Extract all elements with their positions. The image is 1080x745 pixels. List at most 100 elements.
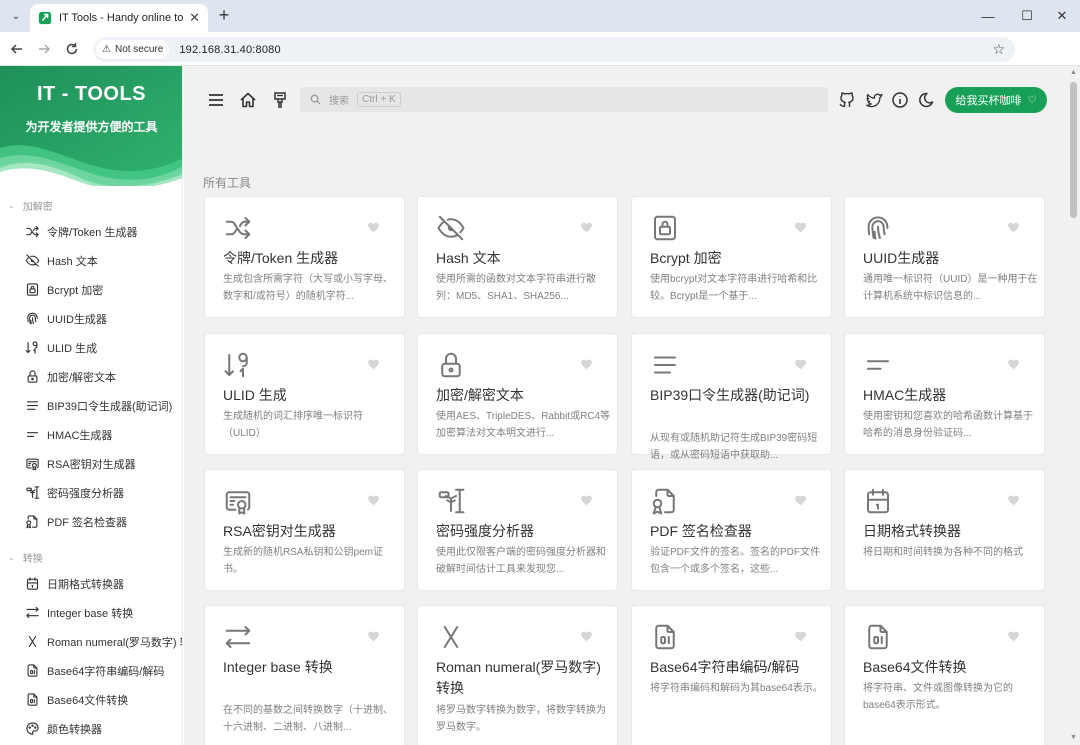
heart-icon[interactable] bbox=[794, 221, 807, 234]
url-text[interactable]: 192.168.31.40:8080 bbox=[179, 44, 280, 56]
tool-card[interactable]: Base64文件转换 将字符串、文件或图像转换为它的base64表示形式。 bbox=[844, 605, 1045, 745]
back-button[interactable] bbox=[7, 39, 27, 59]
sidebar-group-crypto[interactable]: ⌄ 加解密 bbox=[0, 193, 182, 217]
brand-header[interactable]: IT - TOOLS 为开发者提供方便的工具 bbox=[0, 66, 182, 186]
sidebar-item-hash-text[interactable]: Hash 文本 bbox=[0, 246, 182, 275]
reload-button[interactable] bbox=[62, 39, 82, 59]
heart-icon[interactable] bbox=[367, 494, 380, 507]
tool-card[interactable]: RSA密钥对生成器 生成新的随机RSA私钥和公钥pem证书。 bbox=[204, 469, 405, 591]
tool-card[interactable]: BIP39口令生成器(助记词) 从现有或随机助记符生成BIP39密码短语，或从密码… bbox=[631, 333, 832, 461]
heart-icon[interactable] bbox=[1007, 358, 1020, 371]
arrows-left-right-icon bbox=[26, 606, 39, 619]
tool-card[interactable]: Integer base 转换 在不同的基数之间转换数字（十进制、十六进制、二进制… bbox=[204, 605, 405, 745]
sidebar-item-ulid[interactable]: ULID 生成 bbox=[0, 333, 182, 362]
tool-card[interactable]: 加密/解密文本 使用AES、TripleDES、Rabbit或RC4等加密算法对文… bbox=[417, 333, 618, 455]
lock-icon bbox=[27, 370, 38, 383]
sidebar-item-token-generator[interactable]: 令牌/Token 生成器 bbox=[0, 217, 182, 246]
twitter-icon bbox=[866, 93, 883, 108]
heart-icon[interactable] bbox=[367, 221, 380, 234]
sidebar-item-encryption[interactable]: 加密/解密文本 bbox=[0, 362, 182, 391]
heart-icon[interactable] bbox=[1007, 221, 1020, 234]
address-bar[interactable]: ⚠ Not secure 192.168.31.40:8080 ☆ bbox=[93, 37, 1015, 62]
sidebar-item-bip39[interactable]: BIP39口令生成器(助记词) bbox=[0, 391, 182, 420]
heart-icon[interactable] bbox=[367, 630, 380, 643]
browser-tab[interactable]: IT Tools - Handy online tools ✕ bbox=[30, 4, 208, 32]
brush-icon bbox=[274, 92, 286, 108]
sidebar-item-bcrypt[interactable]: Bcrypt 加密 bbox=[0, 275, 182, 304]
tool-card[interactable]: UUID生成器 通用唯一标识符（UUID）是一种用于在计算机系统中标识信息的... bbox=[844, 196, 1045, 318]
tool-card[interactable]: 日期格式转换器 将日期和时间转换为各种不同的格式 bbox=[844, 469, 1045, 591]
file-digit-icon bbox=[27, 693, 38, 706]
tool-card[interactable]: Hash 文本 使用所需的函数对文本字符串进行散列：MD5、SHA1、SHA256… bbox=[417, 196, 618, 318]
twitter-button[interactable] bbox=[863, 89, 885, 111]
sidebar-item-rsa[interactable]: RSA密钥对生成器 bbox=[0, 449, 182, 478]
heart-icon[interactable] bbox=[580, 630, 593, 643]
sidebar-item-label: Roman numeral(罗马数字) 转换 bbox=[47, 636, 182, 649]
tool-card[interactable]: Bcrypt 加密 使用bcrypt对文本字符串进行哈希和比较。Bcrypt是一个… bbox=[631, 196, 832, 318]
sidebar-item-password-strength[interactable]: 密码强度分析器 bbox=[0, 478, 182, 507]
letter-x-icon bbox=[443, 626, 459, 648]
sidebar-group-converter[interactable]: ⌄ 转换 bbox=[0, 545, 182, 569]
sidebar-item-label: Base64文件转换 bbox=[47, 694, 129, 707]
github-button[interactable] bbox=[836, 89, 858, 111]
tool-card[interactable]: HMAC生成器 使用密钥和您喜欢的哈希函数计算基于哈希的消息身份验证码... bbox=[844, 333, 1045, 455]
heart-icon[interactable] bbox=[580, 494, 593, 507]
sidebar-item-base64-file[interactable]: Base64文件转换 bbox=[0, 685, 182, 714]
heart-icon[interactable] bbox=[580, 358, 593, 371]
menu-toggle-button[interactable] bbox=[205, 89, 227, 111]
tool-card[interactable]: Base64字符串编码/解码 将字符串编码和解码为其base64表示。 bbox=[631, 605, 832, 745]
heart-icon[interactable] bbox=[794, 494, 807, 507]
sidebar-item-label: 令牌/Token 生成器 bbox=[47, 226, 138, 239]
sidebar-converter-list: 日期格式转换器 Integer base 转换 Roman numeral(罗马… bbox=[0, 569, 182, 743]
tool-card-title: Integer base 转换 bbox=[223, 659, 333, 675]
tool-card[interactable]: ULID 生成 生成随机的词汇排序唯一标识符（ULID） bbox=[204, 333, 405, 455]
heart-icon[interactable] bbox=[1007, 494, 1020, 507]
heart-icon[interactable] bbox=[580, 221, 593, 234]
tool-card[interactable]: PDF 签名检查器 验证PDF文件的签名。签名的PDF文件包含一个或多个签名，这些… bbox=[631, 469, 832, 591]
heart-icon[interactable] bbox=[794, 358, 807, 371]
buy-me-a-coffee-button[interactable]: 给我买杯咖啡 ♡ bbox=[945, 87, 1047, 113]
sidebar-item-color-converter[interactable]: 颜色转换器 bbox=[0, 714, 182, 743]
bookmark-star-icon[interactable]: ☆ bbox=[992, 41, 1005, 58]
minimize-button[interactable]: — bbox=[968, 0, 1008, 32]
forward-button[interactable] bbox=[34, 39, 54, 59]
arrow-right-icon bbox=[39, 44, 51, 54]
heart-icon[interactable] bbox=[367, 358, 380, 371]
tool-card-title: RSA密钥对生成器 bbox=[223, 523, 336, 539]
file-digit-icon bbox=[27, 664, 38, 677]
sidebar-item-roman-numeral[interactable]: Roman numeral(罗马数字) 转换 bbox=[0, 627, 182, 656]
sidebar-item-label: Base64字符串编码/解码 bbox=[47, 665, 165, 678]
new-tab-button[interactable]: + bbox=[214, 5, 234, 26]
scroll-down-arrow-icon[interactable]: ▼ bbox=[1070, 734, 1077, 741]
tool-card[interactable]: 密码强度分析器 使用此仅限客户端的密码强度分析器和破解时间估计工具来发现您... bbox=[417, 469, 618, 591]
scroll-up-arrow-icon[interactable]: ▲ bbox=[1070, 69, 1077, 76]
sidebar-item-label: Bcrypt 加密 bbox=[47, 284, 104, 297]
heart-icon[interactable] bbox=[1007, 630, 1020, 643]
close-window-button[interactable]: ✕ bbox=[1042, 0, 1080, 32]
sidebar-item-hmac[interactable]: HMAC生成器 bbox=[0, 420, 182, 449]
scrollbar-thumb[interactable] bbox=[1070, 82, 1077, 218]
brand-subtitle: 为开发者提供方便的工具 bbox=[25, 120, 158, 134]
sidebar-item-uuid[interactable]: UUID生成器 bbox=[0, 304, 182, 333]
ui-lib-button[interactable] bbox=[269, 89, 291, 111]
tool-card[interactable]: Roman numeral(罗马数字) 转换 将罗马数字转换为数字，将数字转换为罗… bbox=[417, 605, 618, 745]
tab-close-icon[interactable]: ✕ bbox=[189, 10, 200, 26]
heart-icon[interactable] bbox=[794, 630, 807, 643]
sidebar-item-integer-base[interactable]: Integer base 转换 bbox=[0, 598, 182, 627]
dark-mode-toggle[interactable] bbox=[915, 89, 937, 111]
home-button[interactable] bbox=[237, 89, 259, 111]
sidebar-item-base64-string[interactable]: Base64字符串编码/解码 bbox=[0, 656, 182, 685]
file-certificate-icon bbox=[26, 515, 38, 529]
tab-search-button[interactable]: ⌄ bbox=[6, 6, 26, 26]
search-input[interactable]: 搜索 Ctrl + K bbox=[300, 87, 828, 112]
sidebar-item-label: Integer base 转换 bbox=[47, 607, 134, 620]
about-button[interactable] bbox=[889, 89, 911, 111]
tab-title: IT Tools - Handy online tools bbox=[59, 12, 184, 24]
tool-card[interactable]: 令牌/Token 生成器 生成包含所需字符（大写或小写字母、数字和/或符号）的随机… bbox=[204, 196, 405, 318]
security-chip[interactable]: ⚠ Not secure bbox=[96, 40, 170, 59]
sidebar-item-date-converter[interactable]: 日期格式转换器 bbox=[0, 569, 182, 598]
sidebar-item-pdf-signature[interactable]: PDF 签名检查器 bbox=[0, 507, 182, 536]
search-shortcut-hint: Ctrl + K bbox=[357, 92, 401, 107]
maximize-button[interactable]: ☐ bbox=[1007, 0, 1047, 32]
page-scrollbar[interactable]: ▲ ▼ bbox=[1067, 66, 1080, 745]
